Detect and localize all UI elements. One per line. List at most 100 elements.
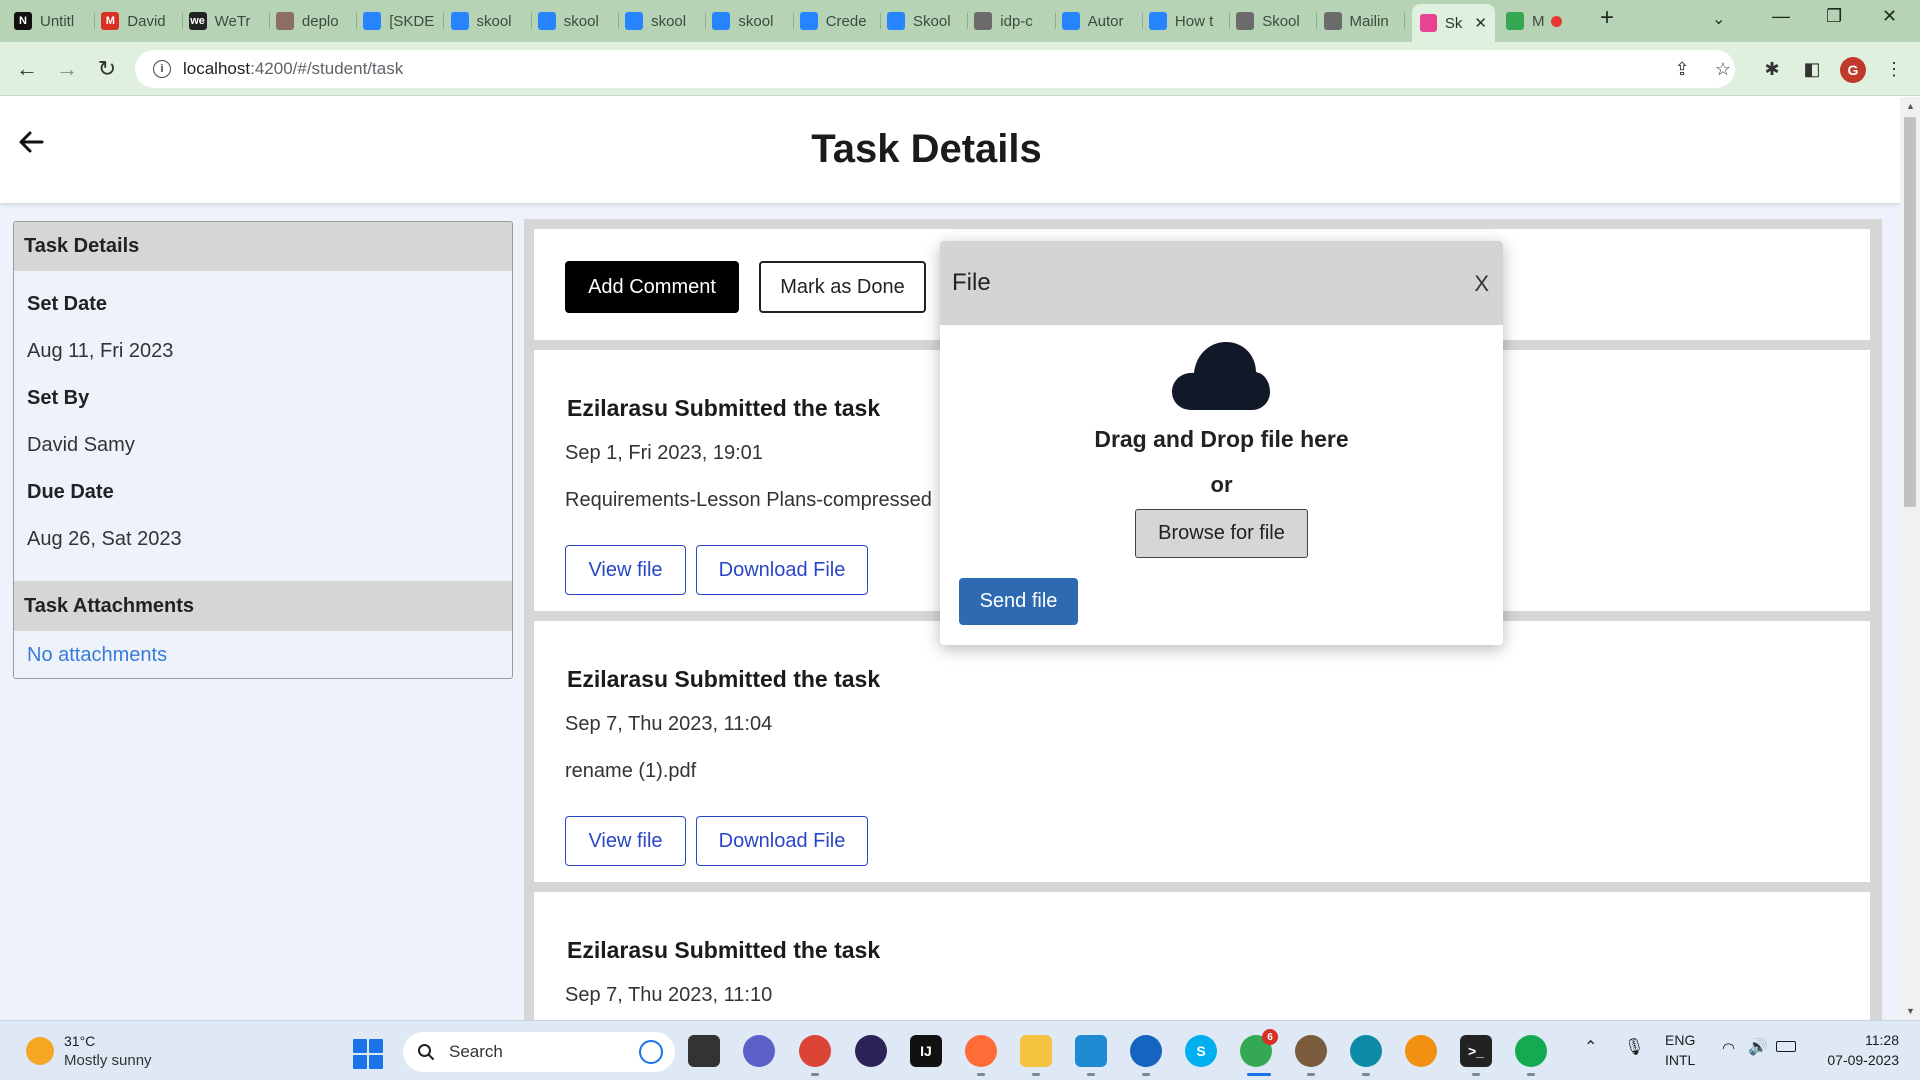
browser-tab[interactable]: we WeTr (188, 8, 270, 34)
maximize-button[interactable]: ❐ (1826, 6, 1842, 27)
menu-dots-icon[interactable]: ⋮ (1882, 57, 1906, 81)
volume-icon[interactable]: 🔊 (1748, 1037, 1768, 1057)
download-file-button[interactable]: Download File (696, 816, 868, 866)
browser-tab[interactable]: idp-c (974, 8, 1056, 34)
back-nav-icon[interactable]: ← (12, 54, 42, 84)
browser-tab[interactable]: [SKDE (363, 8, 445, 34)
tab-search-chevron-icon[interactable]: ⌄ (1712, 9, 1725, 29)
terminal-icon[interactable]: >_ (1460, 1035, 1492, 1067)
postman-icon[interactable] (965, 1035, 997, 1067)
vscode-icon[interactable] (1075, 1035, 1107, 1067)
doc-icon (450, 12, 469, 30)
weather-sun-icon[interactable] (26, 1037, 54, 1065)
site-info-icon[interactable]: i (153, 60, 171, 78)
submission-date: Sep 1, Fri 2023, 19:01 (565, 442, 763, 464)
tab-label: Untitl (40, 12, 75, 30)
browser-tab[interactable]: skool (712, 8, 794, 34)
browser-tab[interactable]: Crede (799, 8, 881, 34)
cloud-upload-icon (1172, 342, 1270, 410)
mongodb-icon[interactable] (1515, 1035, 1547, 1067)
tab-separator (530, 13, 532, 29)
tab-label: idp-c (1000, 12, 1033, 30)
page-scrollbar[interactable]: ▲ ▼ (1900, 97, 1920, 1020)
browser-tab[interactable]: How t (1148, 8, 1231, 34)
tab-label: WeTr (214, 12, 251, 30)
modal-close-button[interactable]: X (1474, 271, 1489, 297)
share-icon[interactable]: ⇪ (1670, 57, 1694, 81)
scrollbar-thumb[interactable] (1904, 117, 1916, 507)
windows-start-icon[interactable] (353, 1039, 383, 1069)
chrome-profile-icon[interactable]: 6 (1240, 1029, 1278, 1067)
minimize-button[interactable]: — (1772, 6, 1790, 27)
download-file-button[interactable]: Download File (696, 545, 868, 595)
tab-label: M (1532, 12, 1545, 30)
bookmark-star-icon[interactable]: ☆ (1711, 57, 1735, 81)
view-file-button[interactable]: View file (565, 816, 686, 866)
task-view-icon[interactable] (688, 1035, 720, 1067)
teams-chat-icon[interactable] (743, 1035, 775, 1067)
browser-tab[interactable]: skool (625, 8, 707, 34)
bing-icon[interactable] (639, 1040, 663, 1064)
skype-icon[interactable]: S (1185, 1035, 1217, 1067)
browser-tab[interactable]: Skool (887, 8, 969, 34)
tray-overflow-chevron-icon[interactable]: ⌃ (1584, 1037, 1597, 1057)
confluence-icon (799, 12, 818, 30)
set-date-label: Set Date (27, 293, 108, 315)
taskbar-search[interactable]: Search (403, 1032, 675, 1072)
side-panel-icon[interactable]: ◧ (1800, 57, 1824, 81)
language-top[interactable]: ENG (1665, 1032, 1695, 1048)
browser-tab[interactable]: N Untitl (14, 8, 96, 34)
browser-tab[interactable]: Mailin (1323, 8, 1405, 34)
chrome-icon[interactable] (799, 1035, 831, 1067)
browser-tab[interactable]: M David (101, 8, 183, 34)
tab-separator (94, 13, 96, 29)
running-indicator (977, 1073, 985, 1076)
eclipse-icon[interactable] (855, 1035, 887, 1067)
windows-taskbar: 31°C Mostly sunny Search IJ S 6 >_ ⌃ 🎙 E… (0, 1020, 1920, 1080)
microphone-icon[interactable]: 🎙 (1624, 1037, 1644, 1057)
submission-filename: rename (1).pdf (565, 760, 697, 782)
extensions-icon[interactable]: ✱ (1760, 57, 1784, 81)
tab-separator (618, 13, 620, 29)
intellij-icon[interactable]: IJ (910, 1035, 942, 1067)
clock-date[interactable]: 07-09-2023 (1810, 1052, 1899, 1068)
forward-nav-icon[interactable]: → (52, 54, 82, 84)
browser-tab[interactable]: skool (450, 8, 532, 34)
battery-icon[interactable] (1776, 1041, 1796, 1052)
browser-tab[interactable]: skool (537, 8, 620, 34)
address-bar[interactable]: i localhost:4200/#/student/task (135, 50, 1735, 88)
browser-tab[interactable]: Skool (1236, 8, 1318, 34)
mark-as-done-button[interactable]: Mark as Done (759, 261, 926, 313)
running-indicator (1247, 1073, 1271, 1076)
browse-file-button[interactable]: Browse for file (1135, 509, 1308, 558)
maps-pin-icon[interactable] (1130, 1035, 1162, 1067)
add-comment-button[interactable]: Add Comment (565, 261, 739, 313)
url-host: localhost (183, 59, 251, 78)
language-bottom[interactable]: INTL (1665, 1052, 1695, 1068)
view-file-button[interactable]: View file (565, 545, 686, 595)
app-icon[interactable] (1295, 1035, 1327, 1067)
new-tab-button[interactable]: + (1600, 4, 1614, 32)
tab-meet[interactable]: M (1506, 8, 1576, 34)
reload-icon[interactable]: ↻ (92, 54, 122, 84)
tab-active[interactable]: Sk ✕ (1412, 4, 1495, 42)
edge-icon[interactable] (1350, 1035, 1382, 1067)
submission-title: Ezilarasu Submitted the task (567, 666, 881, 692)
wetransfer-icon: we (188, 12, 207, 30)
profile-avatar[interactable]: G (1840, 57, 1866, 83)
scroll-up-arrow-icon[interactable]: ▲ (1906, 101, 1915, 111)
app-icon[interactable] (1405, 1035, 1437, 1067)
weather-temperature[interactable]: 31°C (64, 1033, 95, 1049)
or-text: or (1210, 472, 1233, 497)
file-explorer-icon[interactable] (1020, 1035, 1052, 1067)
browser-tab[interactable]: deplo (275, 8, 358, 34)
wifi-icon[interactable]: ◠ (1722, 1039, 1735, 1057)
weather-description[interactable]: Mostly sunny (64, 1052, 152, 1069)
scroll-down-arrow-icon[interactable]: ▼ (1906, 1006, 1915, 1016)
browser-tab[interactable]: Autor (1061, 8, 1143, 34)
close-tab-icon[interactable]: ✕ (1474, 14, 1487, 32)
file-upload-modal: File X Drag and Drop file here or Browse… (940, 241, 1503, 645)
close-window-button[interactable]: ✕ (1882, 6, 1897, 27)
clock-time[interactable]: 11:28 (1855, 1032, 1899, 1048)
send-file-button[interactable]: Send file (959, 578, 1078, 625)
